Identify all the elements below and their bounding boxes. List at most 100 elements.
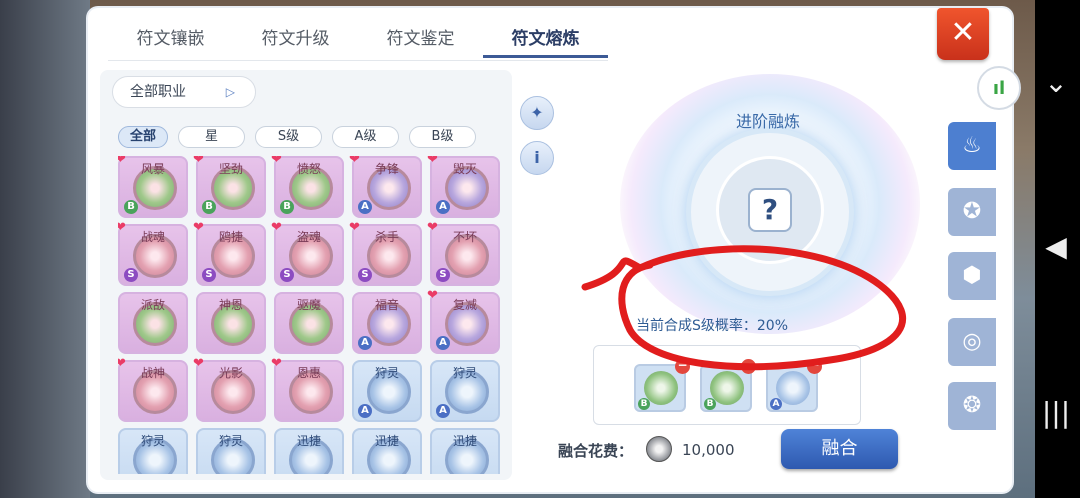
- filter-s[interactable]: S级: [255, 126, 322, 148]
- rune-card[interactable]: 光影 ❤: [193, 356, 266, 422]
- rune-name: 狩灵: [218, 434, 243, 448]
- rune-card[interactable]: 毁灭 ❤ A: [427, 156, 500, 218]
- fuse-button[interactable]: 融合: [781, 429, 898, 469]
- back-arrow-icon[interactable]: ◀: [1040, 230, 1072, 263]
- rune-card[interactable]: 福音 A: [352, 292, 422, 354]
- material-slot-3[interactable]: − A: [766, 359, 822, 412]
- favorite-heart-icon: ❤: [118, 356, 126, 371]
- job-filter-label: 全部职业: [130, 84, 186, 100]
- material-slot-1[interactable]: − B: [634, 359, 690, 412]
- rune-name: 神恩: [218, 298, 243, 312]
- rune-card[interactable]: 坚劲 ❤ B: [193, 156, 266, 218]
- rune-name: 福音: [374, 298, 399, 312]
- rune-name: 战神: [140, 366, 165, 380]
- favorite-heart-icon: ❤: [427, 220, 438, 235]
- rune-card[interactable]: 迅捷: [274, 428, 344, 474]
- rune-card[interactable]: 神恩: [196, 292, 266, 354]
- grade-badge: S: [124, 268, 138, 282]
- material-slots: − B − B − A: [593, 345, 861, 425]
- rune-card[interactable]: 争锋 ❤ A: [349, 156, 422, 218]
- rune-card[interactable]: 狩灵: [118, 428, 188, 474]
- rune-card[interactable]: 复减 ❤ A: [427, 288, 500, 354]
- rune-card[interactable]: 恩惠 ❤: [271, 356, 344, 422]
- favorite-heart-icon: ❤: [271, 156, 282, 167]
- rune-card[interactable]: 不坏 ❤ S: [427, 220, 500, 286]
- unknown-result-icon[interactable]: ?: [748, 188, 792, 232]
- favorite-heart-icon: ❤: [271, 356, 282, 371]
- cost-label: 融合花费：: [558, 442, 634, 460]
- remove-icon[interactable]: −: [807, 359, 822, 374]
- grade-badge: A: [358, 404, 372, 418]
- chevron-down-icon[interactable]: ⌄: [1040, 66, 1072, 99]
- favorite-heart-icon: ❤: [349, 156, 360, 167]
- rune-card[interactable]: 狩灵 A: [430, 360, 500, 422]
- filter-all[interactable]: 全部: [118, 126, 168, 148]
- favorite-heart-icon: ❤: [427, 156, 438, 167]
- tab-rune-upgrade[interactable]: 符文升级: [233, 20, 358, 58]
- signal-strength-icon[interactable]: ıl: [977, 66, 1021, 110]
- rune-name: 杀手: [374, 230, 399, 244]
- rune-name: 鸥捷: [218, 230, 243, 244]
- rune-card[interactable]: 盗魂 ❤ S: [271, 220, 344, 286]
- job-filter-button[interactable]: 全部职业 ▷: [112, 76, 256, 108]
- play-arrow-icon: ▷: [225, 85, 235, 99]
- tab-rune-identify[interactable]: 符文鉴定: [358, 20, 483, 58]
- rune-name: 狩灵: [452, 366, 477, 380]
- grade-badge: S: [280, 268, 294, 282]
- filter-star[interactable]: 星: [178, 126, 245, 148]
- rune-name: 不坏: [452, 230, 477, 244]
- rune-card[interactable]: 战神 ❤: [118, 356, 188, 422]
- rune-card[interactable]: 鸥捷 ❤ S: [193, 220, 266, 286]
- side-tab-emblem-icon[interactable]: ✪: [948, 188, 996, 236]
- tab-rune-smelt[interactable]: 符文熔炼: [483, 20, 608, 58]
- rune-card[interactable]: 愤怒 ❤ B: [271, 156, 344, 218]
- rune-card[interactable]: 风暴 ❤ B: [118, 156, 188, 218]
- grade-badge: A: [770, 398, 782, 410]
- rune-card[interactable]: 杀手 ❤ S: [349, 220, 422, 286]
- material-slot-2[interactable]: − B: [700, 359, 756, 412]
- recent-apps-icon[interactable]: |||: [1040, 396, 1072, 429]
- favorite-heart-icon: ❤: [193, 356, 204, 371]
- side-tab-rings-icon[interactable]: ❂: [948, 382, 996, 430]
- favorite-heart-icon: ❤: [271, 220, 282, 235]
- rune-name: 狩灵: [140, 434, 165, 448]
- rune-card[interactable]: 狩灵 A: [352, 360, 422, 422]
- rune-card[interactable]: 狩灵: [196, 428, 266, 474]
- rune-card[interactable]: 迅捷: [430, 428, 500, 474]
- side-tab-hexagon-icon[interactable]: ⬢: [948, 252, 996, 300]
- tab-rune-inlay[interactable]: 符文镶嵌: [108, 20, 233, 58]
- side-tab-circle-icon[interactable]: ◎: [948, 318, 996, 366]
- rune-card[interactable]: 战魂 ❤ S: [118, 220, 188, 286]
- rune-card[interactable]: 迅捷: [352, 428, 422, 474]
- side-tab-flame-icon[interactable]: ♨: [948, 122, 996, 170]
- favorite-heart-icon: ❤: [193, 220, 204, 235]
- grade-badge: A: [436, 336, 450, 350]
- tab-bar: 符文镶嵌 符文升级 符文鉴定 符文熔炼: [108, 20, 608, 58]
- grade-badge: S: [358, 268, 372, 282]
- rune-name: 驱魔: [296, 298, 321, 312]
- rune-name: 争锋: [374, 162, 399, 176]
- filter-a[interactable]: A级: [332, 126, 399, 148]
- rune-name: 狩灵: [374, 366, 399, 380]
- s-grade-rate-text: 当前合成S级概率：20%: [636, 318, 789, 334]
- grade-badge: B: [280, 200, 294, 214]
- info-icon[interactable]: i: [520, 141, 554, 175]
- rune-name: 坚劲: [218, 162, 243, 176]
- rune-name: 迅捷: [452, 434, 477, 448]
- rune-panel: 符文镶嵌 符文升级 符文鉴定 符文熔炼 ✕ 全部职业 ▷ 全部 星 S级 A级 …: [88, 8, 1012, 492]
- remove-icon[interactable]: −: [741, 359, 756, 374]
- filter-b[interactable]: B级: [409, 126, 476, 148]
- rune-name: 恩惠: [296, 366, 321, 380]
- rune-name: 毁灭: [452, 162, 477, 176]
- rune-name: 派敌: [140, 298, 165, 312]
- rune-list-area: 全部职业 ▷ 全部 星 S级 A级 B级 风暴 ❤ B 坚劲 ❤ B 愤怒 ❤ B 争锋 ❤ A 毁灭 ❤…: [100, 70, 512, 480]
- rune-card[interactable]: 派敌: [118, 292, 188, 354]
- rune-name: 风暴: [140, 162, 165, 176]
- rune-name: 盗魂: [296, 230, 321, 244]
- grade-badge: B: [202, 200, 216, 214]
- rune-card[interactable]: 驱魔: [274, 292, 344, 354]
- close-button[interactable]: ✕: [937, 8, 989, 60]
- remove-icon[interactable]: −: [675, 359, 690, 374]
- grade-badge: A: [358, 200, 372, 214]
- magic-wand-icon[interactable]: ✦: [520, 96, 554, 130]
